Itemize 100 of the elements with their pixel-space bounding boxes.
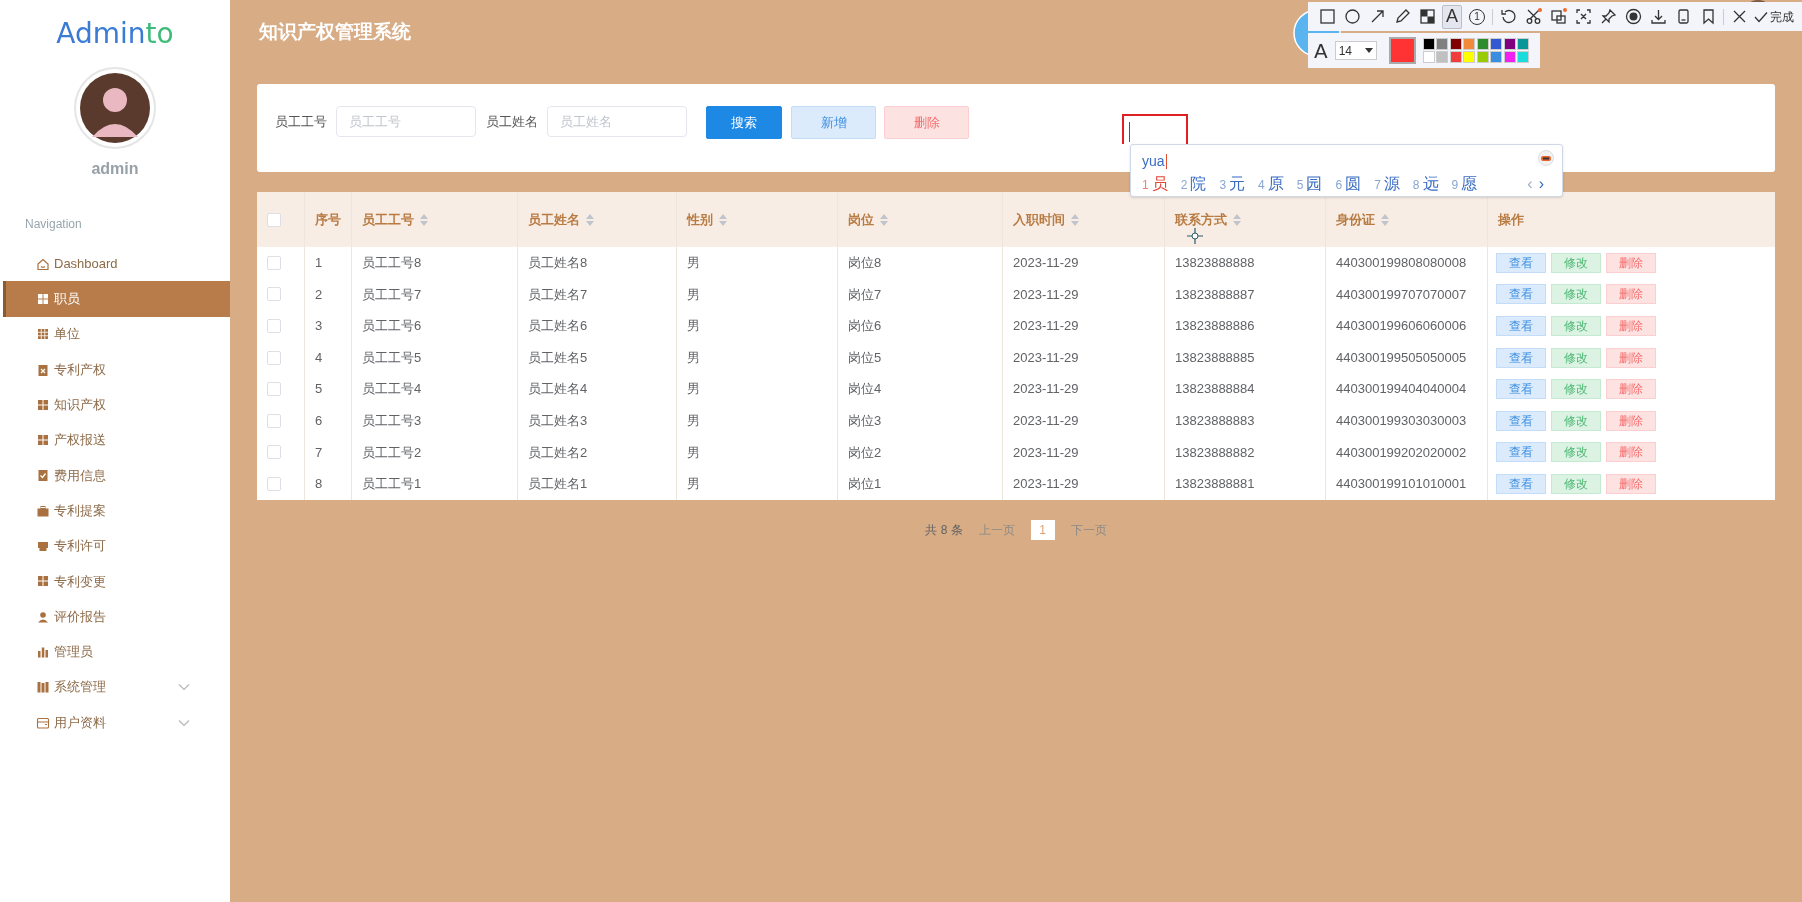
scissors-icon [1524, 8, 1542, 25]
color-swatch[interactable] [1476, 37, 1489, 50]
row-action-button[interactable]: 删除 [1606, 284, 1656, 305]
color-swatch[interactable] [1476, 51, 1489, 64]
ime-candidate[interactable]: 8 远 [1412, 172, 1439, 196]
ime-candidate[interactable]: 6 圆 [1335, 172, 1362, 196]
ime-candidate[interactable]: 2 院 [1180, 172, 1207, 196]
color-swatch[interactable] [1436, 51, 1449, 64]
next-page-link[interactable]: 下一页 [1070, 520, 1107, 539]
table-cell-text: 员工工号7 [362, 285, 422, 304]
nav-item[interactable]: 用户资料 [0, 704, 230, 741]
row-action-button[interactable]: 查看 [1496, 284, 1546, 305]
text-annotation-box[interactable] [1122, 114, 1188, 144]
row-action-button[interactable]: 查看 [1496, 410, 1546, 431]
ime-candidate[interactable]: 7 源 [1374, 172, 1400, 196]
font-size-dropdown[interactable]: 14 [1334, 41, 1377, 60]
row-action-button[interactable]: 查看 [1496, 442, 1546, 463]
text-input[interactable]: 员工姓名 [547, 106, 687, 137]
text-input[interactable]: 员工工号 [336, 106, 476, 137]
color-swatch[interactable] [1463, 37, 1476, 50]
checkbox[interactable] [267, 287, 281, 302]
table-cell-text: 13823888881 [1175, 475, 1255, 494]
checkbox[interactable] [267, 445, 281, 460]
color-swatch[interactable] [1436, 37, 1449, 50]
nav-item[interactable]: 专利产权 [0, 351, 230, 388]
row-action-button[interactable]: 删除 [1606, 252, 1656, 273]
nav-item[interactable]: 专利提案 [0, 493, 230, 529]
checkbox[interactable] [267, 382, 281, 397]
nav-item[interactable]: 专利许可 [0, 528, 230, 564]
row-action-button[interactable]: 修改 [1551, 316, 1601, 336]
color-swatch[interactable] [1463, 51, 1476, 64]
row-action-button[interactable]: 修改 [1551, 473, 1601, 494]
checkbox[interactable] [267, 255, 281, 270]
table-cell-text: 440300199101010001 [1336, 475, 1467, 494]
row-action-button[interactable]: 查看 [1496, 252, 1546, 273]
ime-candidate[interactable]: 1 员 [1142, 172, 1168, 196]
row-action-button[interactable]: 删除 [1606, 316, 1656, 336]
text-tool-button[interactable]: A [1442, 4, 1462, 29]
row-action-button[interactable]: 查看 [1496, 347, 1546, 368]
table-cell-text: 6 [315, 412, 323, 430]
color-swatch[interactable] [1422, 51, 1435, 64]
color-swatch[interactable] [1490, 51, 1503, 64]
row-action-button[interactable]: 删除 [1606, 442, 1656, 463]
color-swatch[interactable] [1503, 51, 1516, 64]
ime-candidate[interactable]: 3 元 [1219, 172, 1246, 196]
nav-item[interactable]: 专利变更 [0, 563, 230, 599]
row-action-button[interactable]: 修改 [1551, 410, 1601, 431]
color-swatch[interactable] [1503, 37, 1516, 50]
nav-item[interactable]: 单位 [0, 316, 230, 352]
color-swatch[interactable] [1517, 51, 1530, 64]
row-action-button[interactable]: 删除 [1606, 347, 1656, 368]
checkbox[interactable] [267, 413, 281, 428]
row-action-button[interactable]: 删除 [1606, 410, 1656, 431]
ime-candidate[interactable]: 9 愿 [1451, 172, 1478, 196]
table-cell-text: 2023-11-29 [1013, 475, 1079, 494]
nav-item[interactable]: 管理员 [0, 634, 230, 670]
table-cell-text: 男 [687, 475, 700, 494]
color-swatch[interactable] [1517, 37, 1530, 50]
nav-item[interactable]: 评价报告 [0, 598, 230, 635]
action-button[interactable]: 搜索 [706, 106, 782, 139]
action-button[interactable]: 删除 [884, 106, 969, 139]
table-cell-text: 13823888882 [1175, 443, 1255, 462]
row-action-button[interactable]: 查看 [1496, 316, 1546, 336]
color-swatch[interactable] [1449, 37, 1462, 50]
row-action-button[interactable]: 删除 [1606, 379, 1656, 400]
table-cell-text: 员工姓名4 [528, 380, 588, 399]
checkbox[interactable] [267, 476, 281, 491]
table-cell-text: 13823888888 [1175, 254, 1255, 273]
row-action-button[interactable]: 修改 [1551, 347, 1601, 368]
ime-prev-button[interactable]: ‹ [1527, 172, 1533, 196]
row-action-button[interactable]: 修改 [1551, 379, 1601, 400]
checkbox[interactable] [267, 350, 281, 365]
row-action-button[interactable]: 修改 [1551, 284, 1601, 305]
row-action-button[interactable]: 查看 [1496, 379, 1546, 400]
nav-item[interactable]: 知识产权 [0, 387, 230, 423]
color-swatch[interactable] [1449, 51, 1462, 64]
checkbox[interactable] [267, 212, 281, 227]
row-action-button[interactable]: 修改 [1551, 442, 1601, 463]
table-cell-text: 岗位8 [848, 254, 882, 273]
nav-item[interactable]: 系统管理 [0, 669, 230, 705]
row-action-button[interactable]: 删除 [1606, 473, 1656, 494]
row-action-button[interactable]: 查看 [1496, 473, 1546, 494]
nav-item[interactable]: 费用信息 [0, 457, 230, 494]
action-button[interactable]: 新增 [791, 106, 876, 139]
ime-candidate[interactable]: 4 原 [1258, 172, 1284, 196]
ime-candidate[interactable]: 5 园 [1296, 172, 1323, 196]
ime-next-button[interactable]: › [1538, 172, 1544, 196]
row-action-button[interactable]: 修改 [1551, 252, 1601, 273]
color-swatch[interactable] [1490, 37, 1503, 50]
table-cell-text: 男 [687, 380, 700, 399]
nav-item[interactable]: 产权报送 [0, 422, 230, 458]
table-cell-text: 员工姓名8 [528, 254, 588, 273]
grid-icon [36, 397, 50, 412]
nav-item[interactable]: Dashboard [0, 246, 230, 282]
page-button[interactable]: 1 [1030, 519, 1055, 540]
color-swatch[interactable] [1422, 37, 1435, 50]
current-color-swatch[interactable] [1388, 37, 1416, 64]
checkbox[interactable] [267, 319, 281, 333]
nav-item[interactable]: 职员 [3, 281, 230, 317]
done-button[interactable]: 完成 [1754, 7, 1794, 26]
